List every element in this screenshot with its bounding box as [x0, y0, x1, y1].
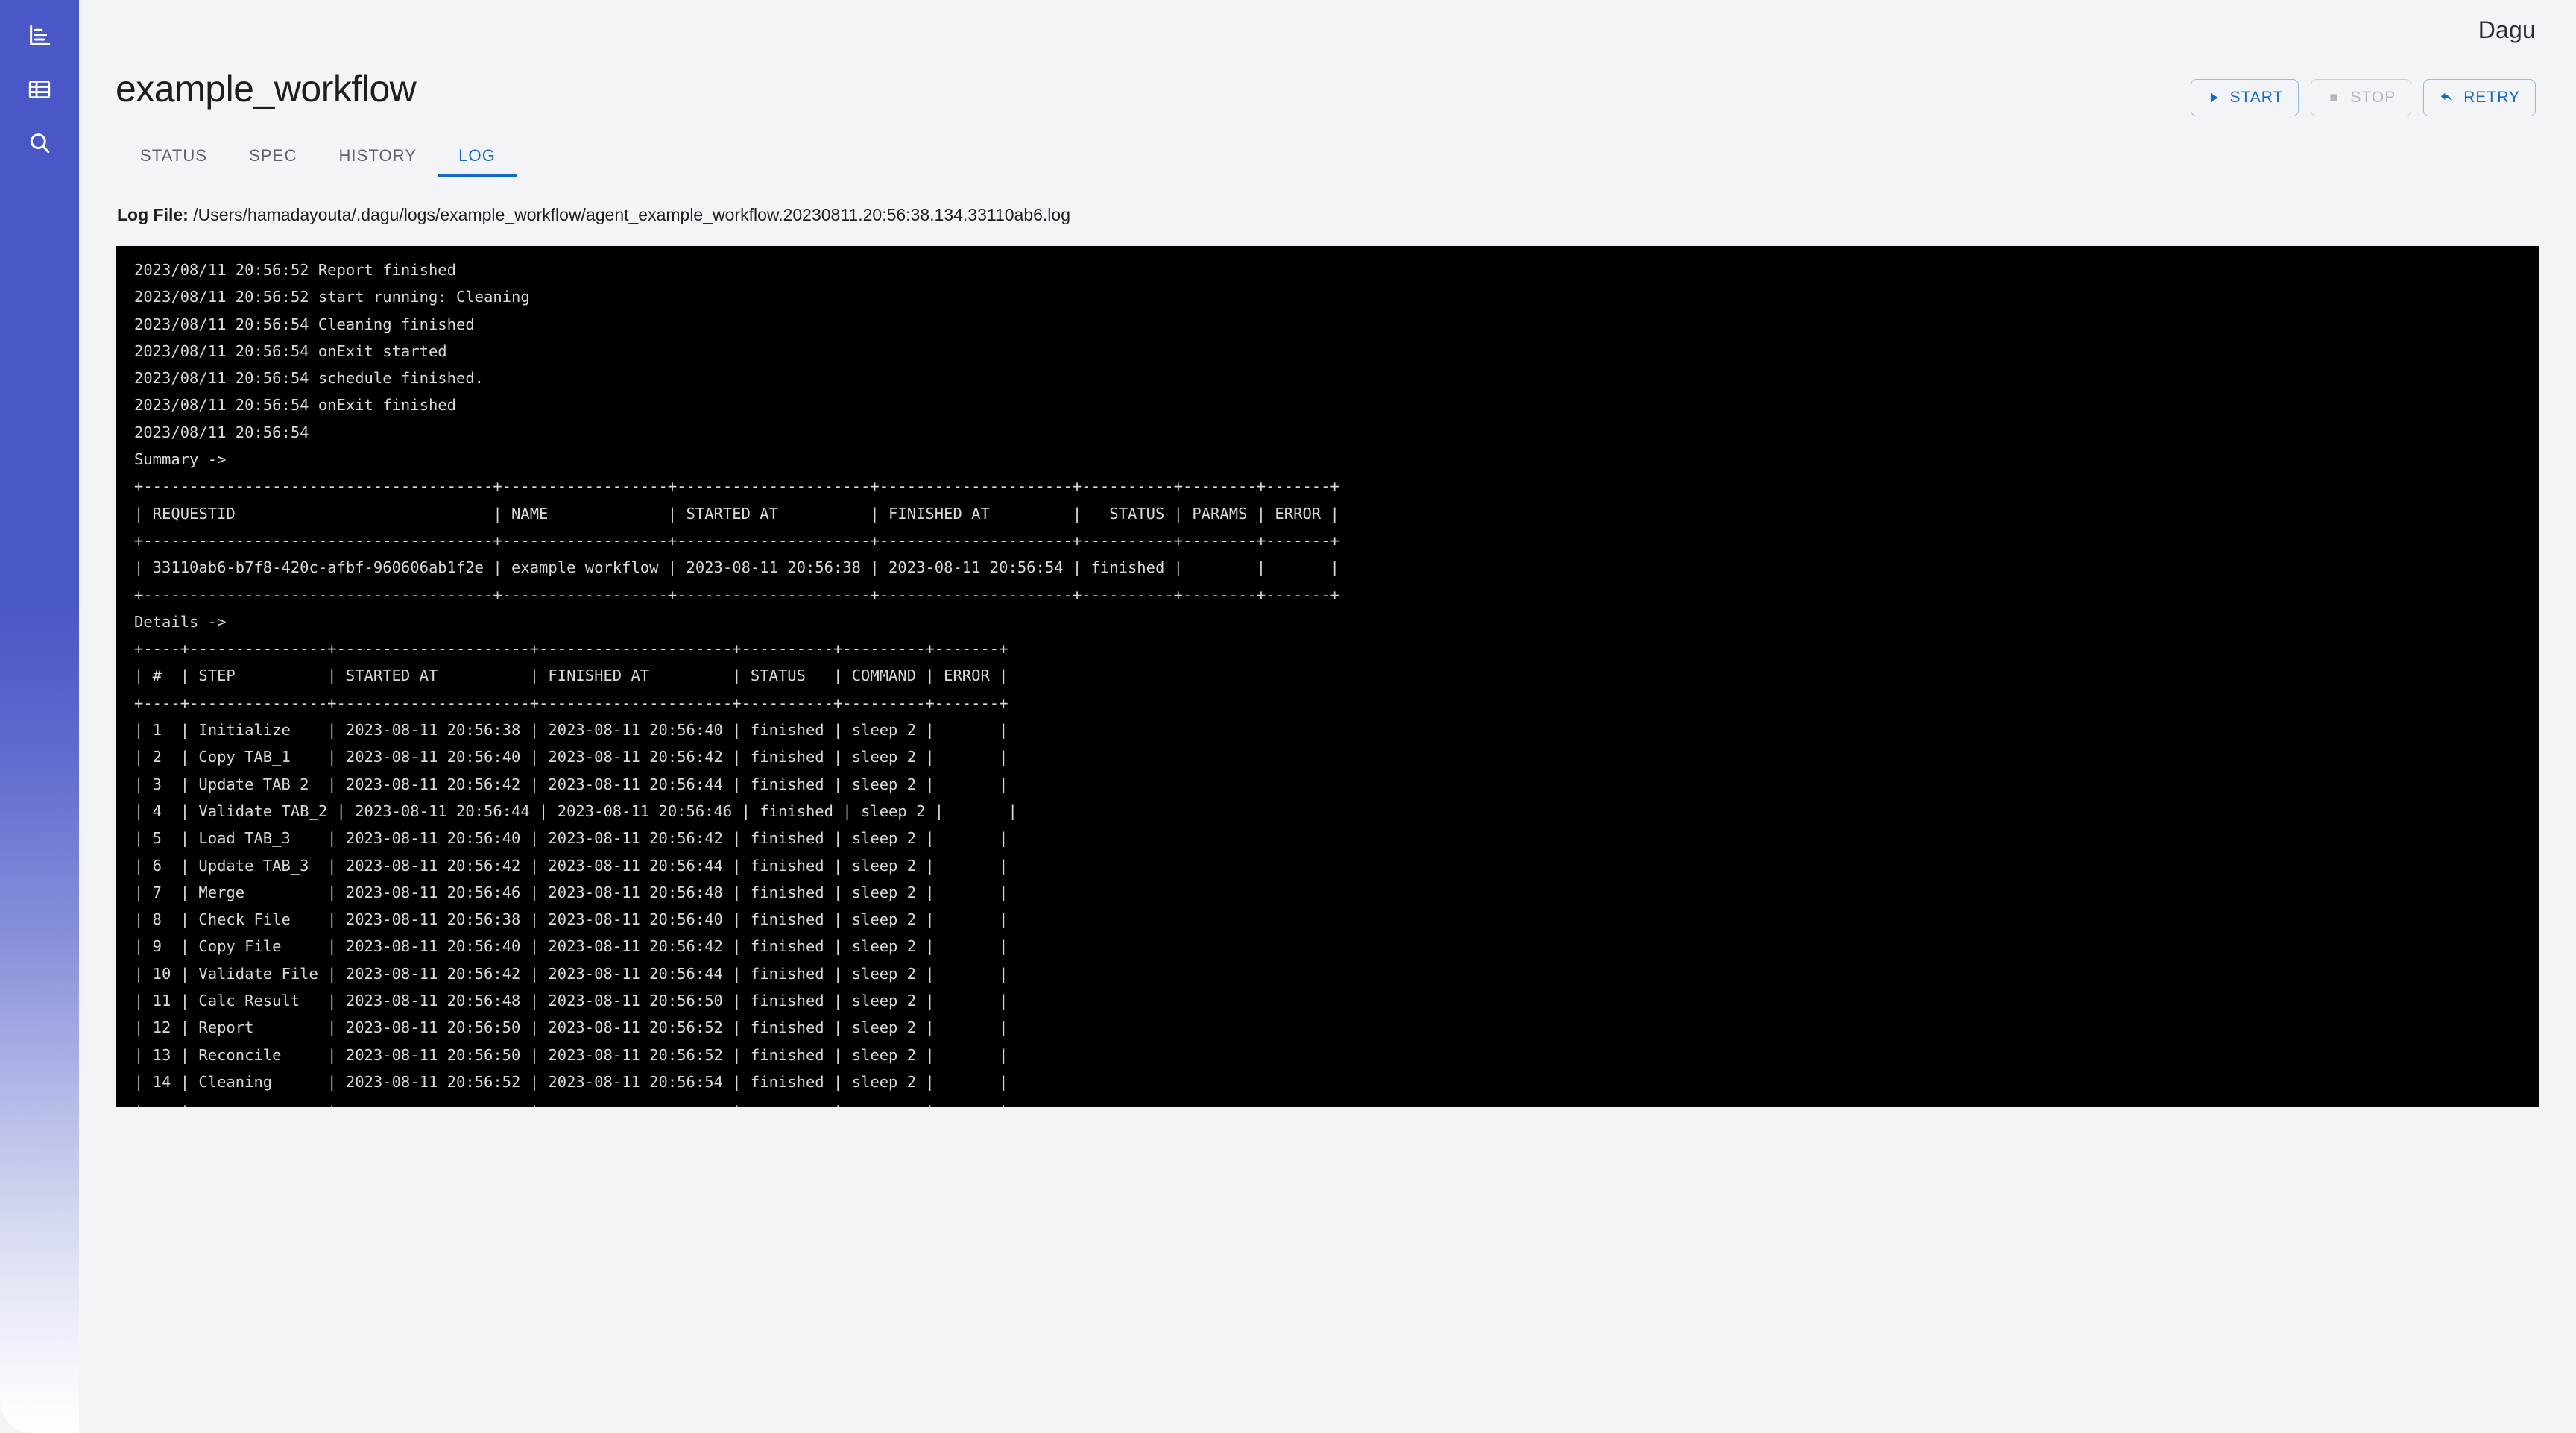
stop-button-label: STOP — [2350, 89, 2396, 106]
log-line: 2023/08/11 20:56:54 Cleaning finished — [134, 315, 475, 333]
log-line: | 14 | Cleaning | 2023-08-11 20:56:52 | … — [134, 1072, 1008, 1091]
log-line: | 12 | Report | 2023-08-11 20:56:50 | 20… — [134, 1018, 1008, 1037]
log-line: 2023/08/11 20:56:54 — [134, 423, 318, 441]
log-line: | 3 | Update TAB_2 | 2023-08-11 20:56:42… — [134, 775, 1008, 793]
log-line: | 6 | Update TAB_3 | 2023-08-11 20:56:42… — [134, 856, 1008, 875]
log-line: 2023/08/11 20:56:52 start running: Clean… — [134, 288, 530, 306]
sidebar-item-dags-list[interactable] — [0, 66, 79, 113]
stop-icon — [2326, 90, 2341, 105]
log-line: | 5 | Load TAB_3 | 2023-08-11 20:56:40 |… — [134, 829, 1008, 848]
app-brand-title: Dagu — [2478, 16, 2536, 43]
log-file-path: /Users/hamadayouta/.dagu/logs/example_wo… — [188, 205, 1071, 224]
tab-spec[interactable]: SPEC — [228, 134, 318, 177]
tab-history[interactable]: HISTORY — [318, 134, 438, 177]
sidebar — [0, 0, 79, 1433]
list-table-icon — [27, 77, 52, 102]
log-line: +----+---------------+------------------… — [134, 693, 1008, 712]
app-root: Dagu example_workflow START STOP RETRY S… — [0, 0, 2576, 1433]
log-line: | 1 | Initialize | 2023-08-11 20:56:38 |… — [134, 721, 1008, 740]
sidebar-item-dashboard[interactable] — [0, 12, 79, 60]
log-line: 2023/08/11 20:56:52 Report finished — [134, 261, 456, 279]
stop-button[interactable]: STOP — [2311, 79, 2412, 116]
log-line: Details -> — [134, 612, 227, 631]
tab-bar: STATUS SPEC HISTORY LOG — [119, 133, 517, 177]
log-line: 2023/08/11 20:56:54 onExit started — [134, 341, 447, 360]
log-line: +--------------------------------------+… — [134, 585, 1339, 604]
log-line: Summary -> — [134, 450, 227, 469]
action-button-group: START STOP RETRY — [2190, 79, 2536, 116]
log-file-path-line: Log File: /Users/hamadayouta/.dagu/logs/… — [117, 205, 1070, 225]
log-line: | 4 | Validate TAB_2 | 2023-08-11 20:56:… — [134, 801, 1017, 820]
play-icon — [2206, 90, 2221, 105]
log-line: | 2 | Copy TAB_1 | 2023-08-11 20:56:40 |… — [134, 748, 1008, 766]
log-line: | 11 | Calc Result | 2023-08-11 20:56:48… — [134, 992, 1008, 1010]
log-line: | 9 | Copy File | 2023-08-11 20:56:40 | … — [134, 937, 1008, 956]
retry-button-label: RETRY — [2463, 89, 2520, 106]
log-line: | # | STEP | STARTED AT | FINISHED AT | … — [134, 667, 1008, 685]
log-file-label: Log File: — [117, 205, 189, 224]
search-icon — [27, 130, 52, 156]
page-title: example_workflow — [116, 68, 417, 110]
log-line: | 13 | Reconcile | 2023-08-11 20:56:50 |… — [134, 1045, 1008, 1064]
log-line: | REQUESTID | NAME | STARTED AT | FINISH… — [134, 504, 1339, 523]
log-line: 2023/08/11 20:56:54 onExit finished — [134, 396, 456, 415]
log-line: | 10 | Validate File | 2023-08-11 20:56:… — [134, 964, 1008, 983]
log-line: 2023/08/11 20:56:54 schedule finished. — [134, 369, 484, 388]
dashboard-chart-icon — [27, 23, 52, 48]
log-line: +--------------------------------------+… — [134, 477, 1339, 496]
log-line: +----+---------------+------------------… — [134, 640, 1008, 658]
retry-button[interactable]: RETRY — [2423, 79, 2536, 116]
log-output-text: 2023/08/11 20:56:52 Report finished 2023/… — [134, 256, 2539, 1107]
log-line: | 7 | Merge | 2023-08-11 20:56:46 | 2023… — [134, 883, 1008, 901]
sidebar-item-search[interactable] — [0, 119, 79, 167]
tab-status[interactable]: STATUS — [119, 134, 228, 177]
retry-icon — [2439, 90, 2455, 106]
start-button[interactable]: START — [2190, 79, 2299, 116]
log-output-panel[interactable]: 2023/08/11 20:56:52 Report finished 2023/… — [116, 246, 2539, 1107]
tab-log[interactable]: LOG — [438, 134, 517, 177]
start-button-label: START — [2229, 89, 2284, 106]
log-line: +----+---------------+------------------… — [134, 1095, 2539, 1107]
log-line: | 33110ab6-b7f8-420c-afbf-960606ab1f2e |… — [134, 558, 1339, 577]
log-line: | 8 | Check File | 2023-08-11 20:56:38 |… — [134, 910, 1008, 929]
log-line: +--------------------------------------+… — [134, 531, 1339, 549]
